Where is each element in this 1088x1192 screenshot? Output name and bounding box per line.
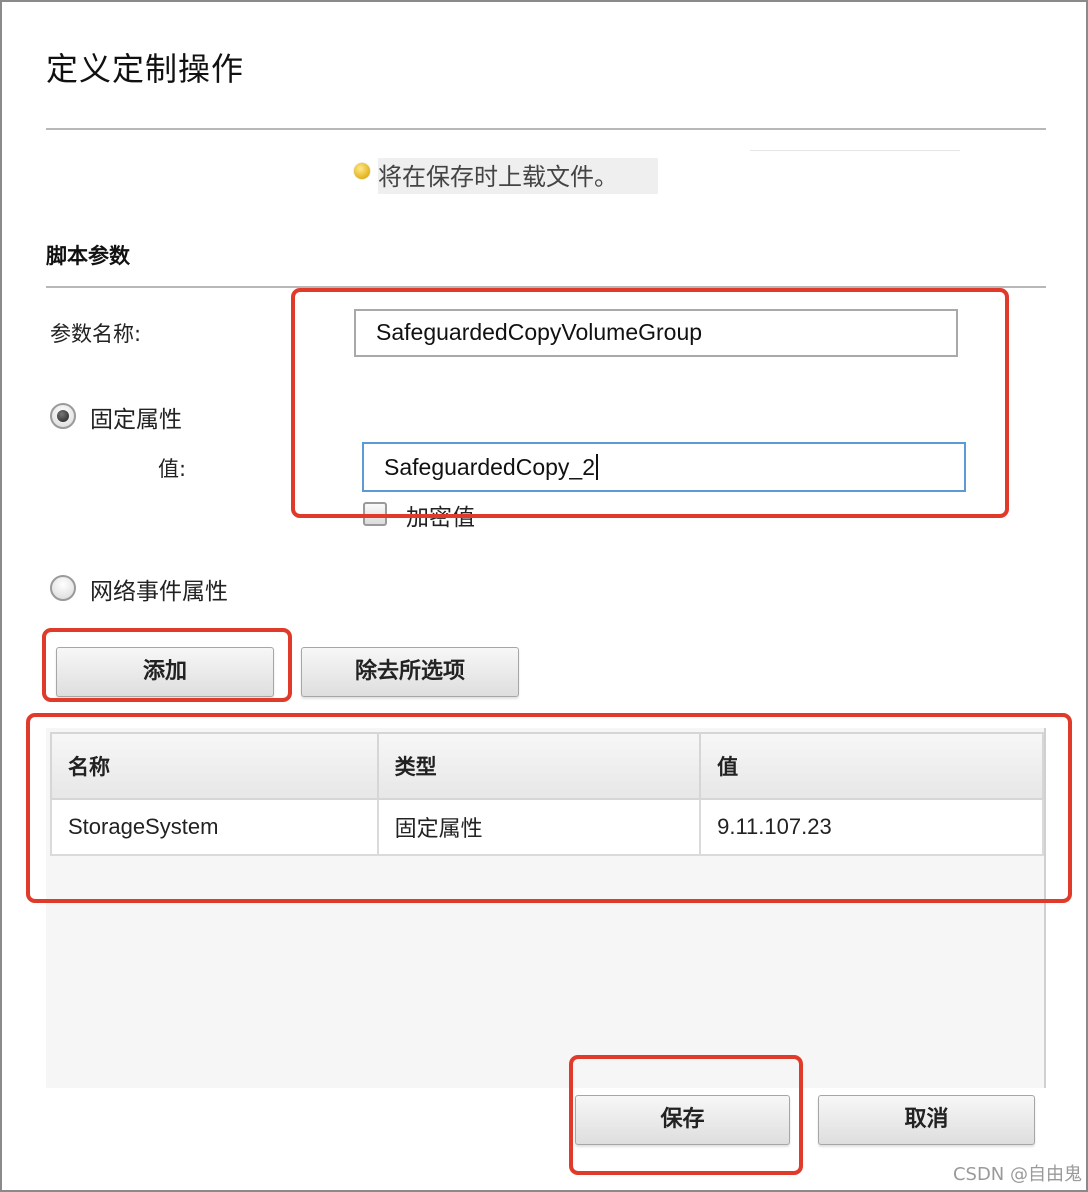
table-header-row: 名称 类型 值 [50,732,1044,800]
notice-text: 将在保存时上载文件。 [378,158,658,194]
network-event-radio[interactable] [50,575,76,601]
column-header-type[interactable]: 类型 [376,732,702,800]
add-button[interactable]: 添加 [56,647,274,697]
parameters-table: 名称 类型 值 StorageSystem 固定属性 9.11.107.23 [50,732,1044,856]
value-label: 值: [158,457,187,481]
save-button[interactable]: 保存 [575,1095,790,1145]
value-input-text: SafeguardedCopy_2 [384,454,595,480]
section-divider [46,286,1046,288]
faint-divider [750,150,960,151]
title-divider [46,128,1046,130]
fixed-attribute-radio[interactable] [50,403,76,429]
text-caret [596,454,598,480]
dialog-title: 定义定制操作 [46,50,245,88]
table-row[interactable]: StorageSystem 固定属性 9.11.107.23 [50,798,1044,856]
cancel-button[interactable]: 取消 [818,1095,1035,1145]
fixed-attribute-label: 固定属性 [90,407,182,433]
cell-value: 9.11.107.23 [699,798,1044,856]
value-input[interactable]: SafeguardedCopy_2 [362,442,966,492]
section-title: 脚本参数 [46,244,130,268]
column-header-value[interactable]: 值 [699,732,1044,800]
cell-type: 固定属性 [376,798,702,856]
param-name-label: 参数名称: [50,322,142,346]
param-name-input[interactable]: SafeguardedCopyVolumeGroup [354,309,958,357]
watermark: CSDN @自由鬼 [952,1164,1082,1185]
encrypt-value-label: 加密值 [406,505,475,531]
cell-name: StorageSystem [50,798,379,856]
column-header-name[interactable]: 名称 [50,732,379,800]
status-dot-icon [354,163,370,179]
network-event-label: 网络事件属性 [90,579,228,605]
upload-notice: 将在保存时上载文件。 [350,158,658,194]
remove-selected-button[interactable]: 除去所选项 [301,647,519,697]
encrypt-value-checkbox[interactable] [363,502,387,526]
